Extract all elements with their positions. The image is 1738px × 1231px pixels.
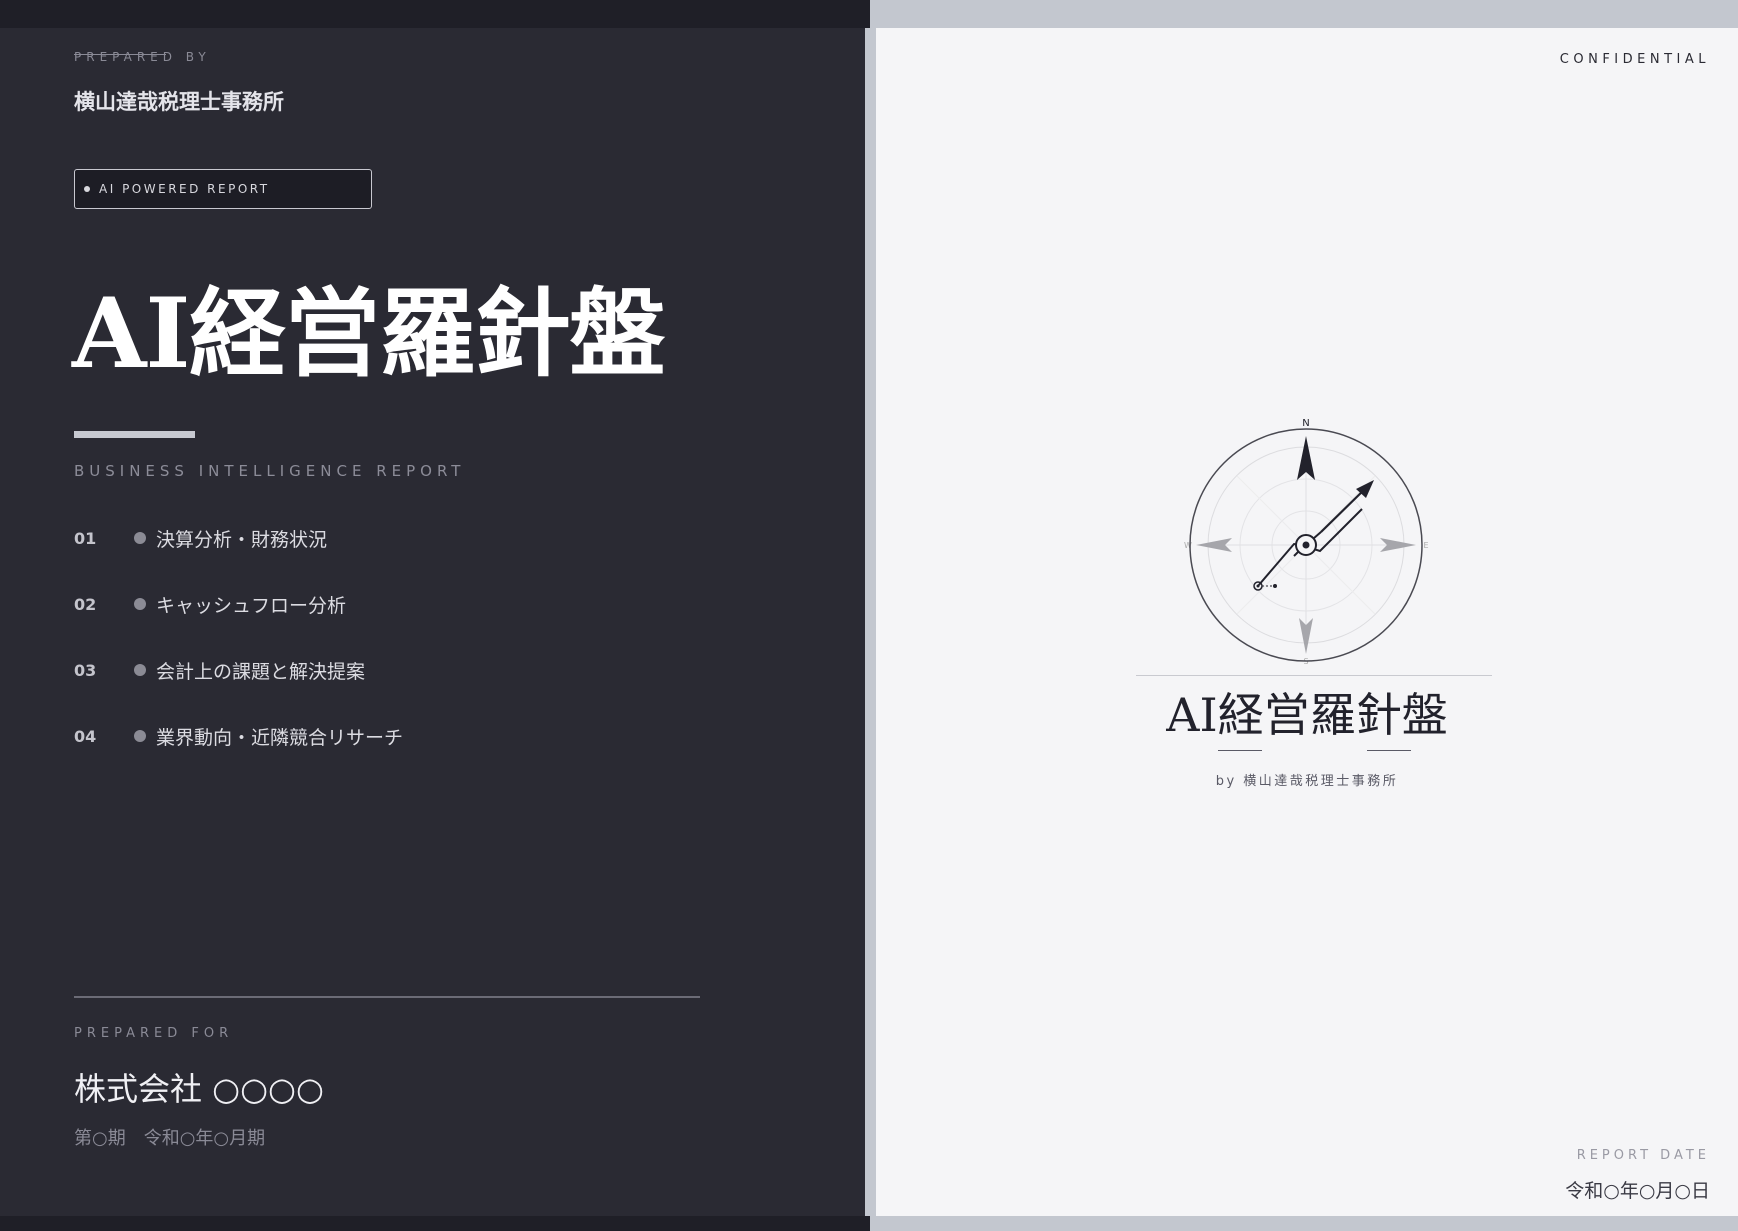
toc-number: 01 — [74, 528, 97, 548]
cover-left-panel: PREPARED BY 横山達哉税理士事務所 AI POWERED REPORT… — [0, 28, 865, 1216]
prepared-for-label: PREPARED FOR — [74, 1026, 234, 1041]
prepared-by-strike — [74, 54, 166, 55]
confidential-label: CONFIDENTIAL — [1559, 52, 1710, 67]
title-left-rule — [1218, 750, 1262, 751]
badge-text: AI POWERED REPORT — [99, 182, 270, 196]
bottom-band — [0, 1216, 870, 1231]
section-divider — [74, 996, 700, 998]
compass-west-label: W — [1184, 541, 1192, 550]
toc-item: 02 キャッシュフロー分析 — [74, 589, 346, 619]
top-band — [0, 0, 870, 28]
toc-item: 03 会計上の課題と解決提案 — [74, 655, 365, 685]
report-date: 令和○年○月○日 — [1565, 1180, 1710, 1202]
report-date-label: REPORT DATE — [1576, 1148, 1710, 1163]
bullet-icon — [134, 532, 146, 544]
compass-icon: N S E W — [1184, 418, 1428, 666]
toc-label: 決算分析・財務状況 — [156, 528, 328, 551]
prepared-by-label: PREPARED BY — [74, 50, 211, 64]
client-name: 株式会社 ○○○○ — [74, 1070, 324, 1108]
toc-number: 02 — [74, 594, 97, 614]
title-right-rule — [1367, 750, 1411, 751]
title-underline — [74, 431, 195, 438]
toc-item: 01 決算分析・財務状況 — [74, 523, 327, 553]
toc-label: キャッシュフロー分析 — [156, 594, 347, 617]
title-top-rule — [1136, 675, 1492, 676]
firm-name: 横山達哉税理士事務所 — [74, 90, 284, 114]
toc-label: 会計上の課題と解決提案 — [156, 660, 366, 683]
bullet-icon — [134, 730, 146, 742]
main-title: AI経営羅針盤 — [72, 277, 665, 390]
byline: by 横山達哉税理士事務所 — [1215, 774, 1399, 789]
toc-item: 04 業界動向・近隣競合リサーチ — [74, 721, 403, 751]
badge-dot-icon — [84, 186, 90, 192]
toc-label: 業界動向・近隣競合リサーチ — [156, 726, 404, 749]
report-subtitle: BUSINESS INTELLIGENCE REPORT — [74, 462, 466, 480]
fiscal-period: 第○期 令和○年○月期 — [74, 1128, 266, 1149]
right-title: AI経営羅針盤 — [1166, 688, 1448, 742]
cover-right-panel: CONFIDENTIAL N S E W AI経営羅針盤 by 横山達哉税理士事… — [876, 28, 1738, 1216]
toc-number: 03 — [74, 660, 97, 680]
compass-north-label: N — [1302, 418, 1309, 429]
bullet-icon — [134, 664, 146, 676]
toc-number: 04 — [74, 726, 97, 746]
bullet-icon — [134, 598, 146, 610]
ai-powered-badge: AI POWERED REPORT — [74, 169, 372, 209]
compass-east-label: E — [1423, 541, 1428, 550]
